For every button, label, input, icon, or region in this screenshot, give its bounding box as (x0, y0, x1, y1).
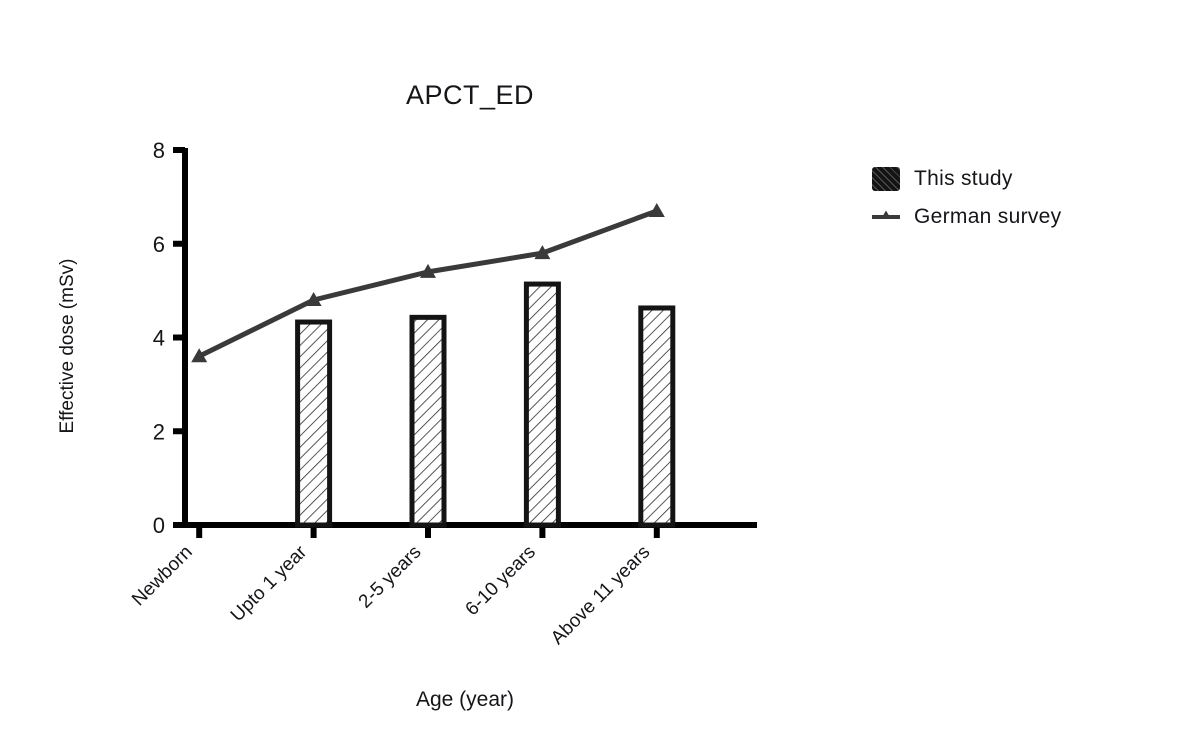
svg-text:6-10 years: 6-10 years (462, 542, 540, 620)
line-triangle-icon (872, 205, 900, 229)
svg-text:4: 4 (153, 326, 165, 351)
svg-text:8: 8 (153, 138, 165, 163)
bar-swatch-icon (872, 167, 900, 191)
chart-legend: This study German survey (872, 160, 1162, 236)
svg-text:Upto 1 year: Upto 1 year (227, 541, 312, 626)
plot-area: 0 2 4 6 8 Newborn Upto 1 year 2-5 years 6-10 ye… (128, 138, 757, 649)
svg-text:2: 2 (153, 419, 165, 444)
svg-text:Newborn: Newborn (128, 542, 197, 611)
x-tick-labels: Newborn Upto 1 year 2-5 years 6-10 years Abo… (128, 541, 654, 649)
chart-figure: APCT_ED Effective dose (mSv) Age (year) … (0, 0, 1185, 754)
bar (295, 319, 333, 528)
legend-label-german-survey: German survey (914, 205, 1062, 228)
legend-item-german-survey[interactable]: German survey (872, 198, 1162, 236)
svg-text:Above 11 years: Above 11 years (547, 542, 654, 649)
svg-text:2-5 years: 2-5 years (355, 542, 426, 613)
triangle-marker-icon (648, 202, 665, 217)
bar (409, 314, 447, 528)
legend-item-this-study[interactable]: This study (872, 160, 1162, 198)
bar-series-this-study (295, 281, 676, 528)
bar (638, 305, 676, 528)
legend-label-this-study: This study (914, 167, 1013, 190)
y-tick-labels: 0 2 4 6 8 (153, 138, 165, 538)
svg-text:6: 6 (153, 232, 165, 257)
svg-text:0: 0 (153, 513, 165, 538)
bar (523, 281, 561, 528)
